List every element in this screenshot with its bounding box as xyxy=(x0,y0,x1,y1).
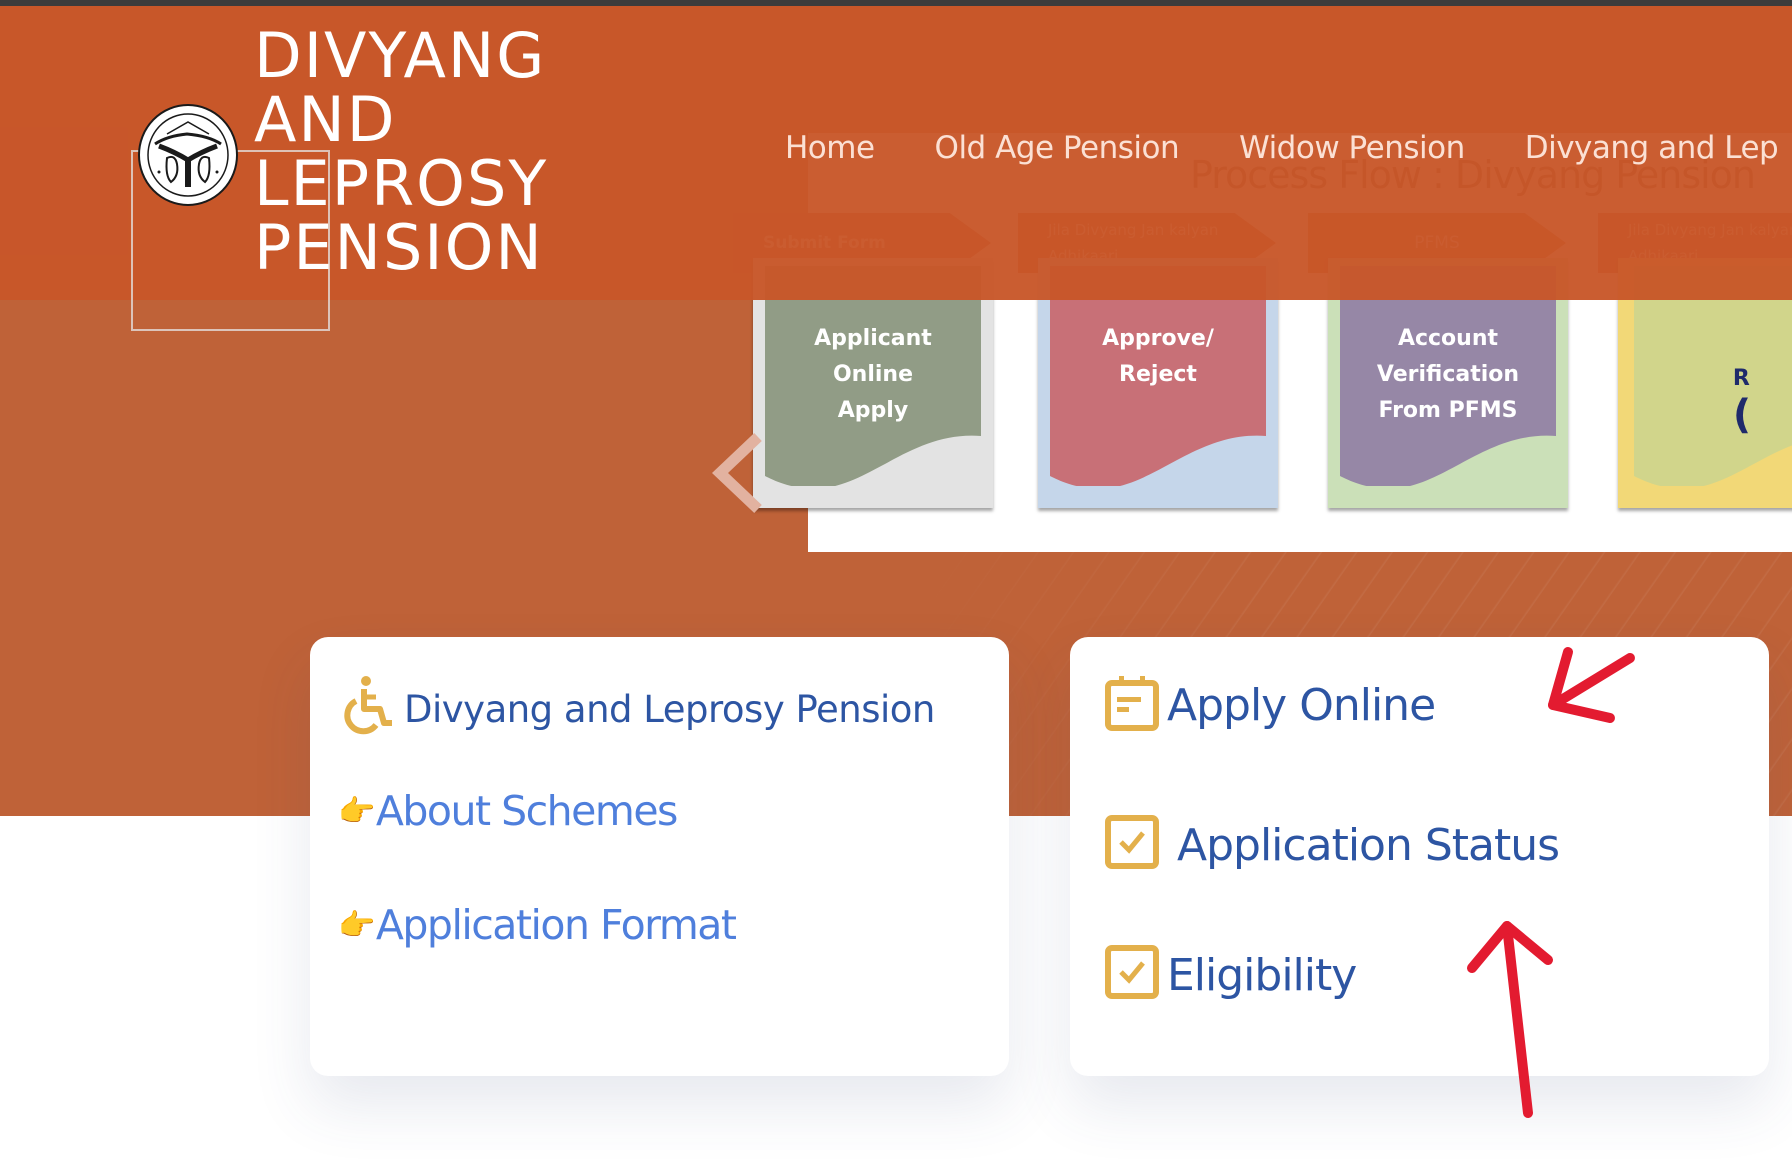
nav-old-age-pension[interactable]: Old Age Pension xyxy=(935,130,1180,166)
site-title-line: DIVYANG xyxy=(254,19,547,92)
eligibility-label: Eligibility xyxy=(1167,950,1357,1001)
eligibility-link[interactable]: Eligibility xyxy=(1105,945,1357,1001)
application-status-link[interactable]: Application Status xyxy=(1105,815,1560,871)
government-emblem-logo[interactable] xyxy=(137,104,239,206)
about-schemes-link[interactable]: 👉 About Schemes xyxy=(338,787,679,835)
site-title: DIVYANG AND LEPROSY PENSION xyxy=(254,24,548,280)
application-format-label: Application Format xyxy=(375,901,737,949)
wheelchair-icon xyxy=(344,676,392,735)
apply-online-link[interactable]: Apply Online xyxy=(1105,675,1436,731)
pointing-hand-icon: 👉 xyxy=(338,793,375,829)
checkbox-icon xyxy=(1105,945,1159,999)
checkbox-icon xyxy=(1105,815,1159,869)
site-title-line: LEPROSY xyxy=(254,147,549,220)
pointing-hand-icon: 👉 xyxy=(338,907,375,943)
calendar-form-icon xyxy=(1105,676,1159,731)
application-format-link[interactable]: 👉 Application Format xyxy=(338,901,737,949)
card-heading: Divyang and Leprosy Pension xyxy=(340,675,935,735)
site-title-line: AND xyxy=(254,83,397,156)
nav-widow-pension[interactable]: Widow Pension xyxy=(1239,130,1465,166)
chevron-left-icon xyxy=(712,433,762,513)
card-heading-text: Divyang and Leprosy Pension xyxy=(404,688,935,731)
site-title-line: PENSION xyxy=(254,211,544,284)
application-status-label: Application Status xyxy=(1177,820,1560,871)
scheme-info-card: Divyang and Leprosy Pension 👉 About Sche… xyxy=(310,637,1009,1076)
about-schemes-label: About Schemes xyxy=(375,787,679,835)
nav-divyang-leprosy-pension[interactable]: Divyang and Lep xyxy=(1525,130,1779,166)
main-nav: Home Old Age Pension Widow Pension Divya… xyxy=(785,130,1792,166)
emblem-icon xyxy=(138,104,238,206)
quick-actions-card: Apply Online Application Status Eligibil… xyxy=(1070,637,1769,1076)
slider-prev-button[interactable] xyxy=(710,432,766,514)
apply-online-label: Apply Online xyxy=(1167,680,1436,731)
nav-home[interactable]: Home xyxy=(785,130,875,166)
